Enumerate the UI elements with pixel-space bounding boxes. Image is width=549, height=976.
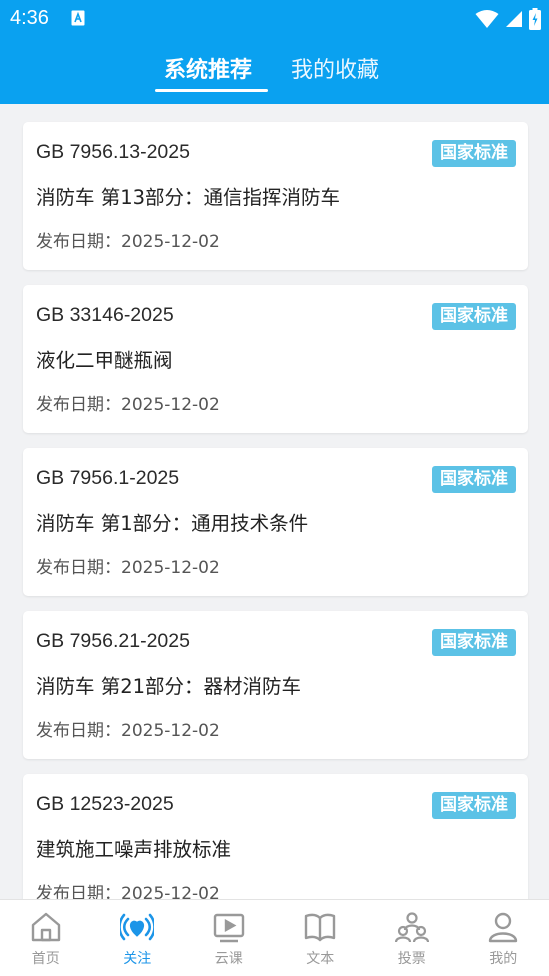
notification-icon bbox=[71, 10, 85, 26]
list-item[interactable]: GB 12523-2025 国家标准 建筑施工噪声排放标准 发布日期：2025-… bbox=[23, 774, 528, 899]
category-badge: 国家标准 bbox=[432, 466, 516, 493]
standard-title: 建筑施工噪声排放标准 bbox=[36, 838, 232, 861]
user-icon bbox=[489, 912, 518, 943]
standard-title: 消防车 第21部分：器材消防车 bbox=[36, 675, 302, 698]
tab-bar: 系统推荐 我的收藏 bbox=[0, 44, 549, 94]
list-item[interactable]: GB 7956.21-2025 国家标准 消防车 第21部分：器材消防车 发布日… bbox=[23, 611, 528, 759]
system-icons bbox=[475, 8, 541, 30]
nav-home[interactable]: 首页 bbox=[0, 900, 92, 976]
nav-label: 首页 bbox=[31, 951, 60, 967]
category-badge: 国家标准 bbox=[432, 629, 516, 656]
book-icon bbox=[305, 913, 336, 942]
nav-label: 云课 bbox=[214, 951, 243, 967]
publish-date: 发布日期：2025-12-02 bbox=[36, 558, 220, 578]
bottom-nav: 首页 关注 云课 文本 投票 我的 bbox=[0, 899, 549, 976]
tab-indicator bbox=[155, 89, 268, 92]
signal-icon bbox=[506, 11, 522, 27]
status-time: 4:36 bbox=[10, 7, 49, 29]
list-item[interactable]: GB 33146-2025 国家标准 液化二甲醚瓶阀 发布日期：2025-12-… bbox=[23, 285, 528, 433]
publish-date: 发布日期：2025-12-02 bbox=[36, 721, 220, 741]
standards-list[interactable]: GB 7956.13-2025 国家标准 消防车 第13部分：通信指挥消防车 发… bbox=[0, 104, 549, 899]
nav-cloud-course[interactable]: 云课 bbox=[183, 900, 275, 976]
category-badge: 国家标准 bbox=[432, 303, 516, 330]
status-bar: 4:36 bbox=[0, 0, 549, 38]
nav-label: 关注 bbox=[123, 951, 152, 967]
publish-date: 发布日期：2025-12-02 bbox=[36, 884, 220, 899]
standard-code: GB 7956.21-2025 bbox=[36, 630, 190, 652]
nav-follow[interactable]: 关注 bbox=[92, 900, 184, 976]
home-icon bbox=[31, 912, 60, 942]
nav-label: 我的 bbox=[489, 951, 518, 967]
standard-title: 消防车 第1部分：通用技术条件 bbox=[36, 512, 309, 535]
broadcast-icon bbox=[120, 913, 155, 941]
tab-recommended[interactable]: 系统推荐 bbox=[164, 52, 252, 84]
standard-title: 液化二甲醚瓶阀 bbox=[36, 349, 173, 372]
list-item[interactable]: GB 7956.1-2025 国家标准 消防车 第1部分：通用技术条件 发布日期… bbox=[23, 448, 528, 596]
app-header: 4:36 系统推荐 我的收藏 bbox=[0, 0, 549, 104]
nav-label: 投票 bbox=[397, 951, 426, 967]
nav-vote[interactable]: 投票 bbox=[366, 900, 458, 976]
video-icon bbox=[213, 913, 244, 943]
standard-code: GB 7956.13-2025 bbox=[36, 141, 190, 163]
wifi-icon bbox=[475, 10, 499, 28]
standard-code: GB 7956.1-2025 bbox=[36, 467, 180, 489]
list-item[interactable]: GB 7956.13-2025 国家标准 消防车 第13部分：通信指挥消防车 发… bbox=[23, 122, 528, 270]
nav-label: 文本 bbox=[306, 951, 335, 967]
category-badge: 国家标准 bbox=[432, 792, 516, 819]
standard-title: 消防车 第13部分：通信指挥消防车 bbox=[36, 186, 341, 209]
battery-icon bbox=[529, 8, 541, 30]
standard-code: GB 33146-2025 bbox=[36, 304, 174, 326]
nav-text[interactable]: 文本 bbox=[275, 900, 367, 976]
category-badge: 国家标准 bbox=[432, 140, 516, 167]
publish-date: 发布日期：2025-12-02 bbox=[36, 232, 220, 252]
tab-favorites[interactable]: 我的收藏 bbox=[291, 52, 379, 84]
group-icon bbox=[394, 912, 429, 943]
standard-code: GB 12523-2025 bbox=[36, 793, 174, 815]
nav-mine[interactable]: 我的 bbox=[458, 900, 549, 976]
publish-date: 发布日期：2025-12-02 bbox=[36, 395, 220, 415]
